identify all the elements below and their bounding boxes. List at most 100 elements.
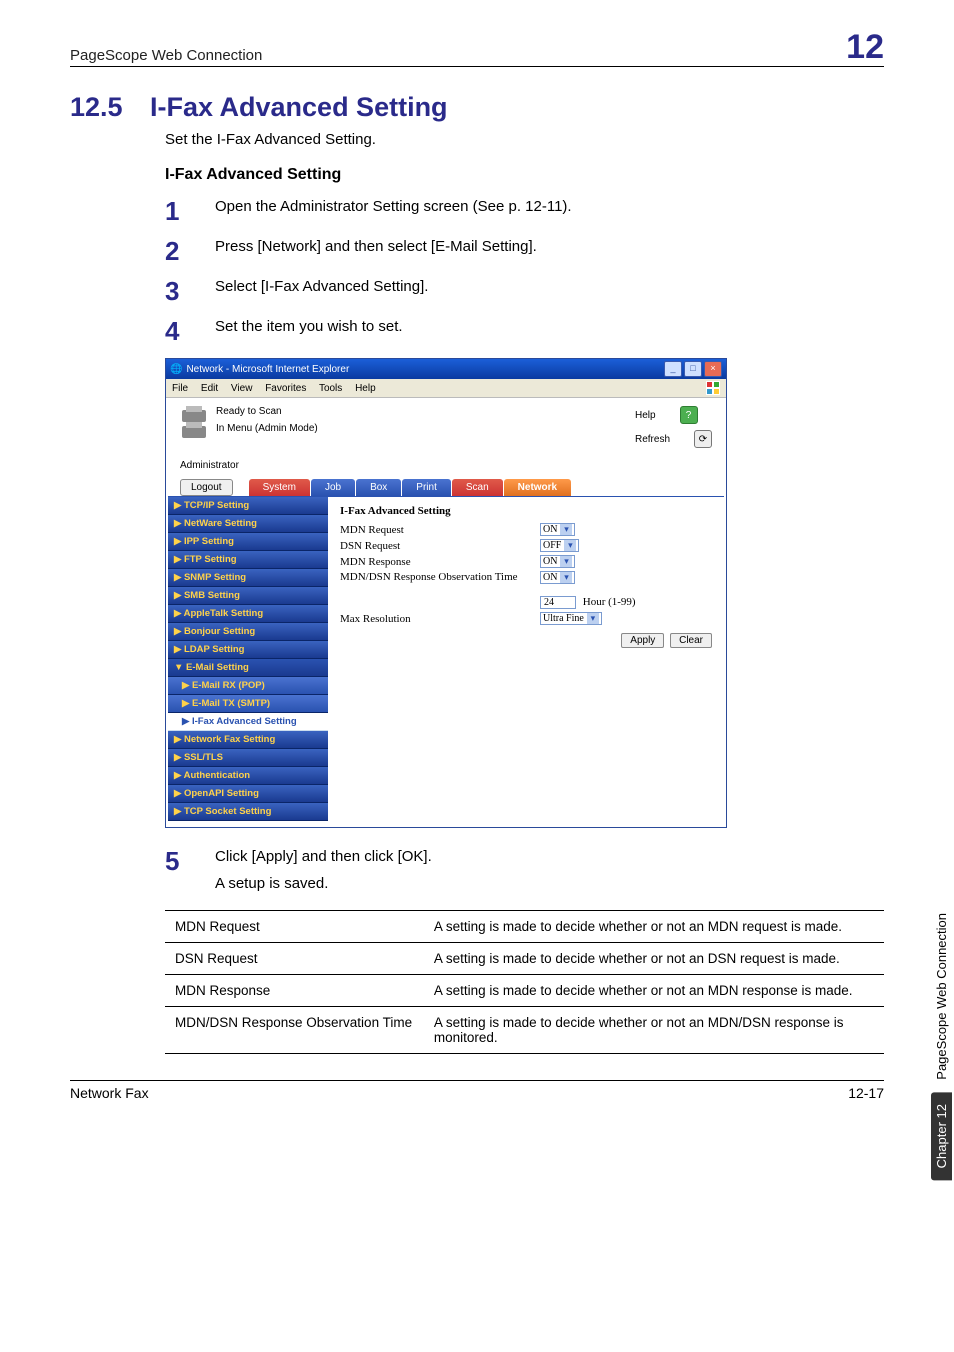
apply-button[interactable]: Apply: [621, 633, 664, 648]
ie-icon: 🌐: [170, 364, 182, 375]
maxres-select[interactable]: Ultra Fine▾: [540, 612, 602, 625]
logout-button[interactable]: Logout: [180, 479, 233, 496]
menu-tools[interactable]: Tools: [319, 383, 342, 394]
nav-email[interactable]: ▼ E-Mail Setting: [168, 659, 328, 677]
step-number: 4: [165, 318, 215, 344]
form-title: I-Fax Advanced Setting: [340, 505, 712, 517]
chevron-down-icon: ▾: [560, 572, 572, 583]
mdndsn-time-select[interactable]: ON▾: [540, 571, 575, 584]
settings-table: MDN Request A setting is made to decide …: [165, 910, 884, 1054]
procedure-subhead: I-Fax Advanced Setting: [165, 166, 884, 184]
step-subtext: A setup is saved.: [215, 875, 432, 892]
running-head: PageScope Web Connection 12: [70, 30, 884, 67]
step-text: Click [Apply] and then click [OK].: [215, 848, 432, 865]
cell-val: A setting is made to decide whether or n…: [424, 911, 884, 943]
clear-button[interactable]: Clear: [670, 633, 712, 648]
menu-view[interactable]: View: [231, 383, 253, 394]
section-heading: 12.5I-Fax Advanced Setting: [70, 92, 884, 123]
nav-netfax[interactable]: ▶ Network Fax Setting: [168, 731, 328, 749]
step-2: 2Press [Network] and then select [E-Mail…: [165, 238, 884, 264]
menu-file[interactable]: File: [172, 383, 188, 394]
step-1: 1Open the Administrator Setting screen (…: [165, 198, 884, 224]
nav-email-tx[interactable]: ▶ E-Mail TX (SMTP): [168, 695, 328, 713]
nav-bonjour[interactable]: ▶ Bonjour Setting: [168, 623, 328, 641]
tab-job[interactable]: Job: [311, 479, 355, 496]
mdndsn-time-label: MDN/DSN Response Observation Time: [340, 571, 540, 583]
step-3: 3Select [I-Fax Advanced Setting].: [165, 278, 884, 304]
tab-scan[interactable]: Scan: [452, 479, 503, 496]
nav-ssl[interactable]: ▶ SSL/TLS: [168, 749, 328, 767]
help-icon[interactable]: ?: [680, 406, 698, 424]
section-title: I-Fax Advanced Setting: [150, 92, 448, 122]
nav-smb[interactable]: ▶ SMB Setting: [168, 587, 328, 605]
dsn-request-label: DSN Request: [340, 540, 540, 552]
cell-val: A setting is made to decide whether or n…: [424, 943, 884, 975]
step-text: Open the Administrator Setting screen (S…: [215, 198, 572, 215]
menu-help[interactable]: Help: [355, 383, 376, 394]
side-tab: PageScope Web Connection Chapter 12: [928, 760, 954, 1180]
embedded-screenshot: 🌐 Network - Microsoft Internet Explorer …: [165, 358, 727, 828]
close-button[interactable]: ×: [704, 361, 722, 377]
step-5: 5 Click [Apply] and then click [OK]. A s…: [165, 848, 884, 892]
footer-left: Network Fax: [70, 1085, 149, 1101]
step-text: Select [I-Fax Advanced Setting].: [215, 278, 428, 295]
page-footer: Network Fax 12-17: [70, 1080, 884, 1101]
mdndsn-time-unit: Hour (1-99): [583, 596, 636, 608]
side-tab-dark: Chapter 12: [931, 1092, 952, 1180]
menu-bar: File Edit View Favorites Tools Help: [166, 379, 726, 398]
tab-print[interactable]: Print: [402, 479, 451, 496]
nav-ftp[interactable]: ▶ FTP Setting: [168, 551, 328, 569]
cell-key: DSN Request: [165, 943, 424, 975]
content-pane: I-Fax Advanced Setting MDN Request ON▾ D…: [328, 497, 724, 821]
minimize-button[interactable]: _: [664, 361, 682, 377]
admin-label: Administrator: [166, 456, 726, 475]
steps-list-cont: 5 Click [Apply] and then click [OK]. A s…: [165, 848, 884, 892]
mdn-request-select[interactable]: ON▾: [540, 523, 575, 536]
step-number: 2: [165, 238, 215, 264]
table-row: MDN Response A setting is made to decide…: [165, 975, 884, 1007]
nav-ldap[interactable]: ▶ LDAP Setting: [168, 641, 328, 659]
status-mode: In Menu (Admin Mode): [216, 423, 318, 434]
mdn-response-select[interactable]: ON▾: [540, 555, 575, 568]
nav-ifax-adv[interactable]: ▶ I-Fax Advanced Setting: [168, 713, 328, 731]
cell-val: A setting is made to decide whether or n…: [424, 975, 884, 1007]
dsn-request-select[interactable]: OFF▾: [540, 539, 579, 552]
nav-email-rx[interactable]: ▶ E-Mail RX (POP): [168, 677, 328, 695]
table-row: MDN Request A setting is made to decide …: [165, 911, 884, 943]
chapter-number-box: 12: [846, 30, 884, 64]
maxres-label: Max Resolution: [340, 613, 540, 625]
menu-edit[interactable]: Edit: [201, 383, 218, 394]
side-tab-light: PageScope Web Connection: [931, 913, 952, 1092]
nav-netware[interactable]: ▶ NetWare Setting: [168, 515, 328, 533]
maximize-button[interactable]: □: [684, 361, 702, 377]
tab-box[interactable]: Box: [356, 479, 401, 496]
refresh-icon[interactable]: ⟳: [694, 430, 712, 448]
running-head-title: PageScope Web Connection: [70, 47, 262, 64]
table-row: DSN Request A setting is made to decide …: [165, 943, 884, 975]
chevron-down-icon: ▾: [560, 524, 572, 535]
menu-favorites[interactable]: Favorites: [265, 383, 306, 394]
nav-auth[interactable]: ▶ Authentication: [168, 767, 328, 785]
table-row: MDN/DSN Response Observation Time A sett…: [165, 1007, 884, 1054]
nav-appletalk[interactable]: ▶ AppleTalk Setting: [168, 605, 328, 623]
nav-tcpsock[interactable]: ▶ TCP Socket Setting: [168, 803, 328, 821]
step-number: 5: [165, 848, 215, 874]
mdn-request-label: MDN Request: [340, 524, 540, 536]
cell-key: MDN Request: [165, 911, 424, 943]
mdn-response-label: MDN Response: [340, 556, 540, 568]
chevron-down-icon: ▾: [564, 540, 576, 551]
nav-tcpip[interactable]: ▶ TCP/IP Setting: [168, 497, 328, 515]
refresh-link[interactable]: Refresh: [635, 434, 670, 445]
tab-strip: System Job Box Print Scan Network: [249, 479, 573, 496]
cell-val: A setting is made to decide whether or n…: [424, 1007, 884, 1054]
tab-network[interactable]: Network: [504, 479, 571, 496]
nav-ipp[interactable]: ▶ IPP Setting: [168, 533, 328, 551]
cell-key: MDN/DSN Response Observation Time: [165, 1007, 424, 1054]
tab-system[interactable]: System: [249, 479, 310, 496]
section-number: 12.5: [70, 92, 150, 123]
mdndsn-time-input[interactable]: 24: [540, 596, 576, 609]
footer-right: 12-17: [848, 1085, 884, 1101]
help-link[interactable]: Help: [635, 410, 656, 421]
nav-snmp[interactable]: ▶ SNMP Setting: [168, 569, 328, 587]
nav-openapi[interactable]: ▶ OpenAPI Setting: [168, 785, 328, 803]
